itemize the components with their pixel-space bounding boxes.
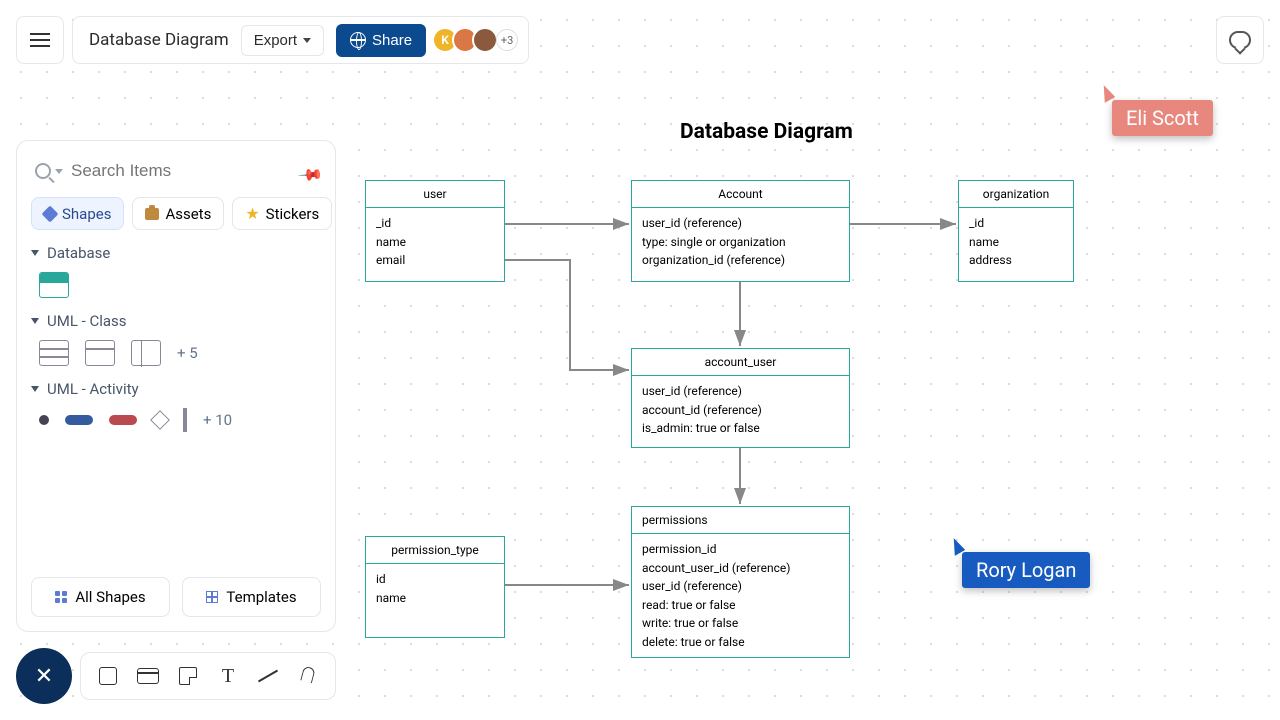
share-button[interactable]: Share [336,24,426,57]
globe-icon [350,32,366,48]
square-icon [99,667,117,685]
entity-fields: permission_idaccount_user_id (reference)… [632,534,849,658]
entity-header: Account [632,181,849,208]
tool-container[interactable] [137,665,159,687]
tab-shapes[interactable]: Shapes [31,197,124,230]
close-icon: ✕ [35,664,53,689]
shape-activity-blue[interactable] [65,415,93,425]
pin-icon[interactable]: 📌 [300,161,320,181]
note-icon [179,667,197,685]
section-header-database[interactable]: Database [31,244,321,262]
entity-fields: user_id (reference)type: single or organ… [632,208,849,276]
entity-fields: idname [366,564,504,613]
shape-activity-red[interactable] [109,415,137,425]
chevron-down-icon [31,250,39,256]
panel-tabs: Shapes Assets ★Stickers [31,197,321,230]
entity-account[interactable]: Account user_id (reference)type: single … [631,180,850,282]
tool-text[interactable]: T [217,665,239,687]
templates-button[interactable]: Templates [182,577,321,617]
chevron-down-icon[interactable] [55,169,63,174]
section-uml-activity: UML - Activity + 10 [31,380,321,432]
pen-icon [299,667,317,685]
shape-uml-simple[interactable] [85,340,115,366]
line-icon [258,670,278,683]
section-header-uml-class[interactable]: UML - Class [31,312,321,330]
briefcase-icon [145,208,159,220]
chat-bubble-icon [1229,31,1251,49]
text-icon: T [222,665,234,688]
search-icon [35,163,51,179]
diagram-title: Database Diagram [680,120,853,144]
shapes-more[interactable]: + 5 [177,344,198,362]
tool-note[interactable] [177,665,199,687]
tool-freehand[interactable] [297,665,319,687]
shapes-panel: 📌 Shapes Assets ★Stickers Database UML -… [16,140,336,632]
tool-rectangle[interactable] [97,665,119,687]
hamburger-menu-button[interactable] [16,16,64,64]
grid-icon [55,591,67,603]
top-bar: Database Diagram Export Share K +3 [72,16,529,64]
search-row: 📌 [31,155,321,187]
close-fab-button[interactable]: ✕ [16,648,72,704]
avatar-more[interactable]: +3 [496,29,518,51]
entity-permissions[interactable]: permissions permission_idaccount_user_id… [631,506,850,658]
tab-stickers[interactable]: ★Stickers [232,197,332,230]
avatar[interactable] [472,27,498,53]
chevron-down-icon [303,38,311,43]
star-icon: ★ [245,204,259,223]
panel-footer: All Shapes Templates [31,577,321,617]
hamburger-icon [30,39,50,41]
chevron-down-icon [31,386,39,392]
shape-db-table[interactable] [39,272,69,298]
entity-header: permissions [632,507,849,534]
tool-line[interactable] [257,665,279,687]
bottom-toolbar: T [80,652,336,700]
tab-assets[interactable]: Assets [132,197,224,230]
diamond-icon [42,205,59,222]
collaborator-avatars[interactable]: K +3 [438,27,518,53]
collaborator-cursor-rory: Rory Logan [962,552,1090,588]
entity-user[interactable]: user _idnameemail [365,180,505,282]
shape-uml-class[interactable] [39,340,69,366]
shape-bar[interactable] [183,408,187,432]
entity-header: organization [959,181,1073,208]
share-label: Share [372,32,412,49]
entity-organization[interactable]: organization _idnameaddress [958,180,1074,282]
entity-fields: user_id (reference)account_id (reference… [632,376,849,444]
export-label: Export [254,32,297,49]
entity-permission-type[interactable]: permission_type idname [365,536,505,638]
section-header-uml-activity[interactable]: UML - Activity [31,380,321,398]
entity-account-user[interactable]: account_user user_id (reference)account_… [631,348,850,448]
document-title[interactable]: Database Diagram [89,30,229,50]
container-icon [137,668,159,684]
collaborator-cursor-eli: Eli Scott [1112,100,1213,136]
template-icon [206,591,218,603]
all-shapes-button[interactable]: All Shapes [31,577,170,617]
comments-button[interactable] [1216,16,1264,64]
search-input[interactable] [71,161,295,181]
entity-header: account_user [632,349,849,376]
shape-decision[interactable] [150,410,170,430]
section-uml-class: UML - Class + 5 [31,312,321,366]
shape-uml-package[interactable] [131,340,161,366]
chevron-down-icon [31,318,39,324]
entity-fields: _idnameaddress [959,208,1073,276]
entity-header: user [366,181,504,208]
entity-fields: _idnameemail [366,208,504,276]
section-database: Database [31,244,321,298]
shapes-more[interactable]: + 10 [203,411,232,429]
entity-header: permission_type [366,537,504,564]
shape-initial-node[interactable] [39,415,49,425]
export-button[interactable]: Export [241,25,324,56]
